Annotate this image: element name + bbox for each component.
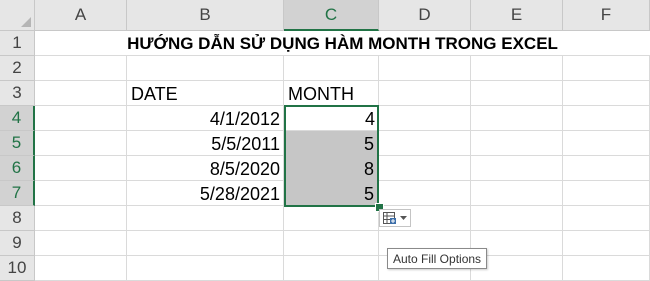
row-header-8[interactable]: 8 bbox=[0, 206, 35, 231]
grid-cell[interactable] bbox=[471, 131, 563, 156]
grid-cell[interactable] bbox=[563, 106, 650, 131]
row-header-10[interactable]: 10 bbox=[0, 256, 35, 281]
column-header-d[interactable]: D bbox=[379, 0, 471, 31]
grid-cell[interactable] bbox=[471, 31, 563, 56]
grid-cell[interactable] bbox=[35, 206, 127, 231]
column-header-c[interactable]: C bbox=[284, 0, 379, 31]
auto-fill-options-tooltip: Auto Fill Options bbox=[387, 248, 488, 269]
column-header-e[interactable]: E bbox=[471, 0, 563, 31]
grid-cell[interactable] bbox=[563, 181, 650, 206]
grid-cell[interactable] bbox=[563, 56, 650, 81]
cell-b6-date[interactable]: 8/5/2020 bbox=[127, 156, 284, 181]
grid-cell[interactable] bbox=[127, 206, 284, 231]
grid-cell[interactable] bbox=[35, 56, 127, 81]
cell-c6-month[interactable]: 8 bbox=[285, 156, 378, 181]
grid-cell[interactable] bbox=[379, 56, 471, 81]
grid-cell[interactable] bbox=[284, 256, 379, 281]
grid-cell[interactable] bbox=[563, 256, 650, 281]
row-header-3[interactable]: 3 bbox=[0, 81, 35, 106]
grid-cell[interactable] bbox=[35, 131, 127, 156]
grid-cell[interactable] bbox=[35, 256, 127, 281]
grid-cell[interactable] bbox=[471, 81, 563, 106]
cell-c5-month[interactable]: 5 bbox=[285, 131, 378, 156]
row-header-4[interactable]: 4 bbox=[0, 106, 35, 131]
grid-cell[interactable] bbox=[284, 206, 379, 231]
cell-c4-month[interactable]: 4 bbox=[284, 106, 379, 131]
grid-cell[interactable] bbox=[379, 181, 471, 206]
grid-cell[interactable] bbox=[35, 156, 127, 181]
grid-cell[interactable] bbox=[563, 206, 650, 231]
spreadsheet-grid[interactable]: A B C D E F 1 2 3 4 5 6 7 8 9 10 HƯỚNG D… bbox=[0, 0, 650, 281]
cell-b3-date-header[interactable]: DATE bbox=[127, 81, 284, 106]
grid-cell[interactable] bbox=[563, 156, 650, 181]
grid-cell[interactable] bbox=[563, 131, 650, 156]
grid-cell[interactable] bbox=[127, 231, 284, 256]
grid-cell[interactable] bbox=[284, 31, 379, 56]
row-header-2[interactable]: 2 bbox=[0, 56, 35, 81]
grid-cell[interactable] bbox=[379, 156, 471, 181]
grid-cell[interactable] bbox=[471, 106, 563, 131]
grid-cell[interactable] bbox=[35, 81, 127, 106]
row-header-6[interactable]: 6 bbox=[0, 156, 35, 181]
grid-cell[interactable] bbox=[127, 31, 284, 56]
grid-cell[interactable] bbox=[563, 81, 650, 106]
grid-cell[interactable] bbox=[35, 31, 127, 56]
row-header-5[interactable]: 5 bbox=[0, 131, 35, 156]
grid-cell[interactable] bbox=[471, 206, 563, 231]
grid-cell[interactable] bbox=[35, 106, 127, 131]
chevron-down-icon bbox=[400, 215, 407, 221]
grid-cell[interactable] bbox=[471, 181, 563, 206]
grid-cell[interactable] bbox=[471, 56, 563, 81]
grid-cell[interactable] bbox=[563, 31, 650, 56]
clipboard-fill-icon bbox=[383, 211, 397, 225]
cell-b5-date[interactable]: 5/5/2011 bbox=[127, 131, 284, 156]
grid-cell[interactable] bbox=[379, 31, 471, 56]
grid-cell[interactable] bbox=[284, 231, 379, 256]
grid-cell[interactable] bbox=[35, 231, 127, 256]
grid-cell[interactable] bbox=[35, 181, 127, 206]
row-header-1[interactable]: 1 bbox=[0, 31, 35, 56]
grid-cell[interactable] bbox=[379, 131, 471, 156]
cell-b4-date[interactable]: 4/1/2012 bbox=[127, 106, 284, 131]
cell-c3-month-header[interactable]: MONTH bbox=[284, 81, 379, 106]
select-all-corner[interactable] bbox=[0, 0, 35, 31]
row-header-7[interactable]: 7 bbox=[0, 181, 35, 206]
grid-cell[interactable] bbox=[127, 56, 284, 81]
cell-b7-date[interactable]: 5/28/2021 bbox=[127, 181, 284, 206]
column-header-f[interactable]: F bbox=[563, 0, 650, 31]
grid-cell[interactable] bbox=[471, 156, 563, 181]
grid-cell[interactable] bbox=[379, 106, 471, 131]
grid-cell[interactable] bbox=[379, 81, 471, 106]
cell-c7-month[interactable]: 5 bbox=[285, 181, 378, 206]
grid-cell[interactable] bbox=[127, 256, 284, 281]
auto-fill-options-button[interactable] bbox=[379, 209, 411, 227]
grid-cell[interactable] bbox=[284, 56, 379, 81]
column-header-a[interactable]: A bbox=[35, 0, 127, 31]
row-header-9[interactable]: 9 bbox=[0, 231, 35, 256]
grid-cell[interactable] bbox=[563, 231, 650, 256]
column-header-b[interactable]: B bbox=[127, 0, 284, 31]
